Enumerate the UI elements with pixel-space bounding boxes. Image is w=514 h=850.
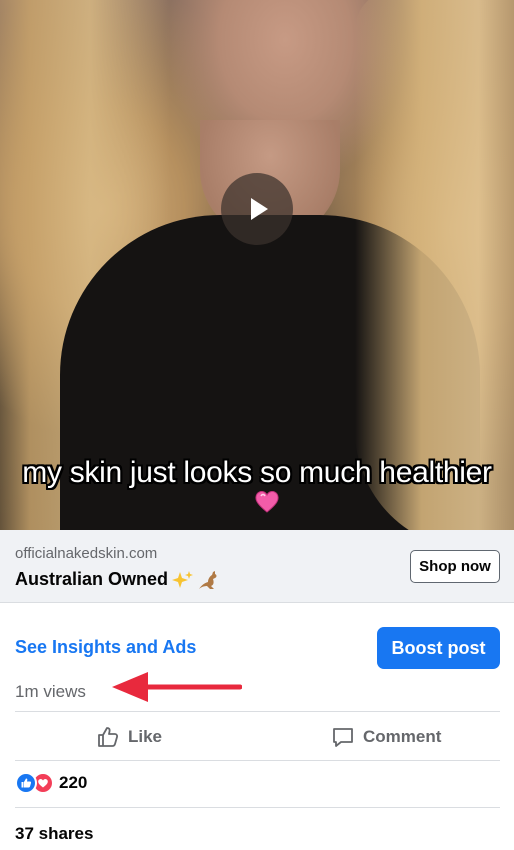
reaction-summary[interactable]: 220 [15,772,87,794]
thumbs-up-icon [98,727,119,747]
divider [15,807,500,808]
kangaroo-icon [199,570,217,589]
reaction-count: 220 [59,773,88,792]
video-frame-hair [355,0,514,530]
like-button[interactable]: Like [96,722,162,752]
share-count[interactable]: 37 shares [15,824,93,844]
play-button[interactable] [221,173,293,245]
like-label: Like [128,727,163,746]
link-headline-text: Australian Owned [15,569,169,589]
link-preview-card[interactable]: officialnakedskin.com Australian Owned S… [0,530,514,603]
link-domain: officialnakedskin.com [15,545,158,562]
link-headline: Australian Owned [15,569,220,590]
pink-heart-icon [255,491,279,513]
view-count: 1m views [15,682,86,701]
video-caption: my skin just looks so much healthier [22,456,492,489]
play-icon [251,198,268,220]
see-insights-link[interactable]: See Insights and Ads [15,637,196,658]
video-player[interactable]: my skin just looks so much healthier [0,0,514,530]
shop-now-button[interactable]: Shop now [410,550,500,583]
divider [15,711,500,712]
comment-label: Comment [363,727,442,746]
red-arrow-icon [112,672,242,702]
divider [15,760,500,761]
like-reaction-icon [15,772,37,794]
comment-button[interactable]: Comment [331,722,441,752]
comment-icon [333,728,353,747]
sparkles-icon [172,570,194,588]
boost-post-button[interactable]: Boost post [377,627,500,669]
